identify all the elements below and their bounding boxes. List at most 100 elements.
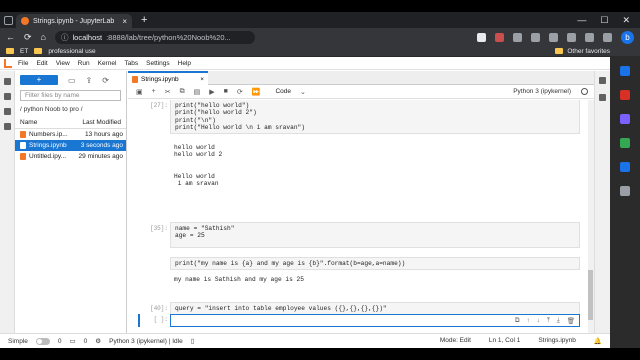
games-icon[interactable] — [620, 138, 630, 148]
outlook-icon[interactable] — [620, 162, 630, 172]
cursor-position[interactable]: Ln 1, Col 1 — [489, 337, 520, 345]
close-doc-tab-icon[interactable]: × — [200, 76, 204, 83]
column-name[interactable]: Name — [20, 119, 37, 126]
new-tab-icon[interactable]: + — [141, 14, 147, 26]
menu-tabs[interactable]: Tabs — [124, 60, 138, 67]
back-icon[interactable]: ← — [6, 32, 15, 42]
bookmark-professional[interactable]: professional use — [48, 48, 95, 55]
code-cell[interactable]: print("my name is {a} and my age is {b}"… — [170, 257, 580, 271]
folder-icon — [34, 48, 43, 54]
run-icon[interactable]: ▶ — [209, 88, 214, 96]
terminals-count[interactable]: 0 — [58, 338, 62, 345]
bing-icon[interactable]: b — [621, 30, 634, 44]
file-row[interactable]: Strings.ipynb 3 seconds ago — [15, 140, 126, 151]
upload-icon[interactable]: ⇪ — [86, 76, 93, 85]
menu-run[interactable]: Run — [78, 60, 90, 67]
refresh-files-icon[interactable]: ⟳ — [102, 76, 109, 85]
shopping-icon[interactable] — [620, 90, 630, 100]
move-up-icon[interactable]: ↑ — [526, 317, 529, 325]
kernel-indicator: Python 3 (ipykernel) — [513, 88, 594, 95]
delete-cell-icon[interactable]: 🗑 — [567, 317, 575, 325]
cell-type-select[interactable]: Code — [275, 88, 291, 95]
move-down-icon[interactable]: ↓ — [537, 317, 540, 325]
cell-prompt: [35]: — [149, 225, 168, 232]
bookmark-et[interactable]: ET — [20, 48, 28, 55]
add-cell-icon[interactable]: + — [152, 88, 156, 95]
menu-settings[interactable]: Settings — [146, 60, 170, 67]
active-cell[interactable]: [ ]: ⧉ ↑ ↓ ⤒ ⤓ 🗑 — [138, 314, 580, 327]
read-aloud-icon[interactable] — [477, 32, 486, 42]
minimize-icon[interactable]: — — [577, 15, 586, 26]
cut-icon[interactable]: ✂ — [165, 88, 171, 96]
cell-editor[interactable]: ⧉ ↑ ↓ ⤒ ⤓ 🗑 — [170, 314, 580, 327]
insert-above-icon[interactable]: ⤒ — [547, 317, 550, 325]
paste-icon[interactable]: ▤ — [194, 88, 201, 96]
profile-icon[interactable] — [585, 32, 594, 42]
cell-prompt: [27]: — [149, 102, 168, 109]
url-field[interactable]: ⓘ localhost:8888/lab/tree/python%20Noob%… — [54, 30, 255, 44]
home-icon[interactable]: ⌂ — [41, 32, 46, 42]
restart-run-all-icon[interactable]: ⏩ — [252, 88, 261, 96]
breadcrumb[interactable]: / python Noob to pro / — [15, 102, 126, 117]
split-screen-icon[interactable] — [531, 32, 540, 42]
table-of-contents-icon[interactable] — [4, 108, 11, 115]
output-area: my name is Sathish and my age is 25 — [170, 276, 308, 283]
extension-icon[interactable] — [495, 32, 504, 42]
file-row[interactable]: Untitled.ipy... 29 minutes ago — [15, 151, 126, 162]
notebook-file-icon — [20, 153, 26, 160]
add-app-icon[interactable] — [620, 186, 630, 196]
favorites-star-icon[interactable] — [513, 32, 522, 42]
output-line: hello world 2 — [174, 151, 223, 159]
debugger-icon[interactable] — [599, 94, 606, 101]
extensions-icon[interactable] — [4, 123, 11, 130]
status-right: Mode: Edit Ln 1, Col 1 Strings.ipynb 🔔 — [440, 337, 610, 345]
close-window-icon[interactable]: ✕ — [622, 15, 630, 26]
file-row[interactable]: Numbers.ip... 13 hours ago — [15, 129, 126, 140]
new-launcher-button[interactable]: + — [20, 75, 58, 85]
simple-mode-toggle[interactable] — [35, 337, 50, 345]
menu-help[interactable]: Help — [178, 60, 191, 67]
notification-icon[interactable]: 🔔 — [594, 337, 602, 345]
duplicate-cell-icon[interactable]: ⧉ — [515, 317, 520, 325]
chevron-down-icon[interactable]: ⌄ — [300, 88, 306, 96]
document-tabs: Strings.ipynb × — [128, 71, 594, 85]
maximize-icon[interactable]: ☐ — [600, 15, 608, 26]
new-folder-icon[interactable]: ▭ — [68, 76, 76, 85]
scrollbar-thumb[interactable] — [588, 270, 593, 320]
tab-actions-icon[interactable] — [4, 15, 13, 25]
column-last-modified[interactable]: Last Modified — [82, 119, 121, 126]
menu-bar: File Edit View Run Kernel Tabs Settings … — [0, 57, 610, 70]
code-line: name = "Sathish" — [175, 225, 235, 232]
kernel-status[interactable]: Python 3 (ipykernel) | Idle — [109, 338, 183, 345]
stop-icon[interactable]: ■ — [224, 88, 228, 95]
menu-view[interactable]: View — [56, 60, 70, 67]
more-menu-icon[interactable] — [603, 32, 612, 42]
file-list-header: Name Last Modified — [15, 117, 126, 129]
save-icon[interactable]: ▣ — [136, 88, 143, 96]
refresh-icon[interactable]: ⟳ — [24, 32, 32, 43]
file-browser-icon[interactable] — [4, 78, 11, 85]
running-kernels-icon[interactable] — [4, 93, 11, 100]
copy-icon[interactable]: ⧉ — [180, 88, 185, 96]
menu-file[interactable]: File — [18, 60, 28, 67]
collections-icon[interactable] — [549, 32, 558, 42]
filter-files-input[interactable]: Filter files by name — [20, 90, 121, 101]
property-inspector-icon[interactable] — [599, 77, 606, 84]
downloads-icon[interactable] — [567, 32, 576, 42]
other-favorites[interactable]: Other favorites — [555, 48, 634, 55]
other-favorites-label: Other favorites — [567, 47, 610, 55]
code-cell[interactable]: name = "Sathish" age = 25 — [170, 222, 580, 248]
restart-icon[interactable]: ⟳ — [237, 88, 243, 96]
kernels-count[interactable]: 0 — [84, 338, 88, 345]
close-tab-icon[interactable]: × — [122, 17, 127, 26]
tools-icon[interactable] — [620, 114, 630, 124]
kernel-name[interactable]: Python 3 (ipykernel) — [513, 88, 571, 95]
browser-tab[interactable]: Strings.ipynb - JupyterLab × — [16, 14, 132, 28]
insert-below-icon[interactable]: ⤓ — [557, 317, 560, 325]
search-icon[interactable] — [620, 66, 630, 76]
tab-strings-notebook[interactable]: Strings.ipynb × — [128, 71, 208, 85]
menu-edit[interactable]: Edit — [36, 60, 47, 67]
code-line: print("\n") — [175, 116, 216, 124]
menu-kernel[interactable]: Kernel — [98, 60, 117, 67]
code-cell[interactable]: print("hello world") print("hello world … — [170, 100, 580, 135]
